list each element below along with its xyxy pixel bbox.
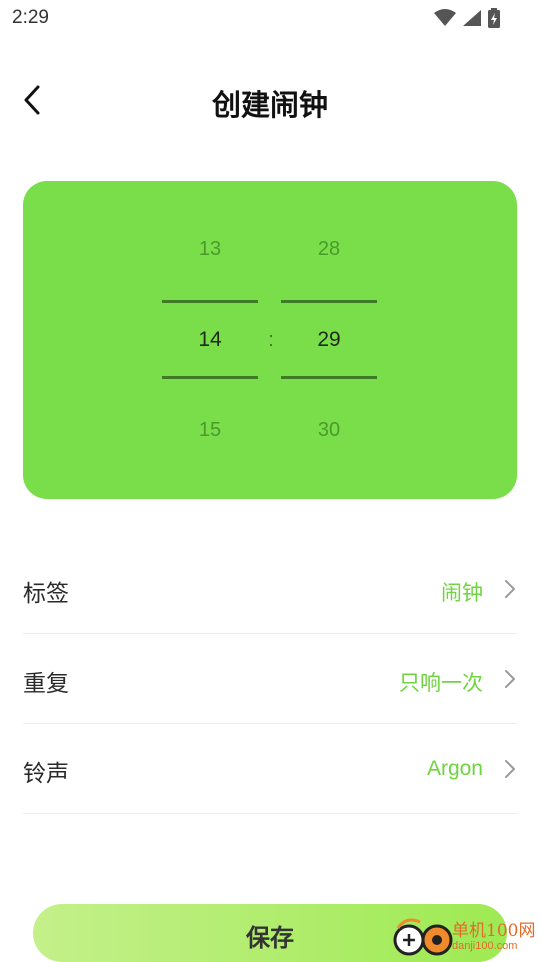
hour-selected[interactable]: 14 (162, 328, 258, 352)
watermark-sub: danji100.com (452, 940, 518, 952)
setting-value: Argon (426, 757, 483, 780)
hour-divider-top (162, 300, 258, 303)
setting-value: 只响一次 (399, 672, 483, 695)
hour-next[interactable]: 15 (162, 419, 258, 442)
setting-row-ringtone[interactable]: 铃声 Argon (23, 724, 517, 814)
settings-list: 标签 闹钟 重复 只响一次 铃声 Argon (23, 544, 517, 814)
wifi-icon (434, 9, 456, 26)
hour-prev[interactable]: 13 (162, 238, 258, 261)
minute-selected[interactable]: 29 (281, 328, 377, 352)
cell-signal-icon (463, 10, 481, 26)
minute-next[interactable]: 30 (281, 419, 377, 442)
minute-divider-top (281, 300, 377, 303)
minute-divider-bottom (281, 376, 377, 379)
chevron-right-icon (505, 670, 515, 688)
chevron-right-icon (505, 580, 515, 598)
status-time: 2:29 (12, 7, 49, 28)
status-icons (434, 8, 500, 28)
status-bar: 2:29 (0, 0, 540, 36)
minute-wheel[interactable]: 28 29 30 (281, 181, 377, 499)
watermark-text: 单机100网 (452, 921, 536, 941)
setting-label: 铃声 (23, 761, 69, 787)
watermark: 单机100网 danji100.com (392, 912, 540, 960)
chevron-right-icon (505, 760, 515, 778)
setting-row-repeat[interactable]: 重复 只响一次 (23, 634, 517, 724)
battery-charging-icon (488, 8, 500, 28)
setting-value: 闹钟 (441, 582, 483, 605)
page-title: 创建闹钟 (211, 88, 328, 122)
hour-wheel[interactable]: 13 14 15 (162, 181, 258, 499)
hour-divider-bottom (162, 376, 258, 379)
time-separator: : (268, 329, 274, 351)
setting-label: 重复 (23, 671, 69, 697)
setting-row-label[interactable]: 标签 闹钟 (23, 544, 517, 634)
time-picker: 13 14 15 : 28 29 30 (23, 181, 517, 499)
watermark-logo-icon (393, 918, 453, 956)
minute-prev[interactable]: 28 (281, 238, 377, 261)
setting-label: 标签 (23, 581, 69, 607)
header: 创建闹钟 (0, 70, 540, 132)
